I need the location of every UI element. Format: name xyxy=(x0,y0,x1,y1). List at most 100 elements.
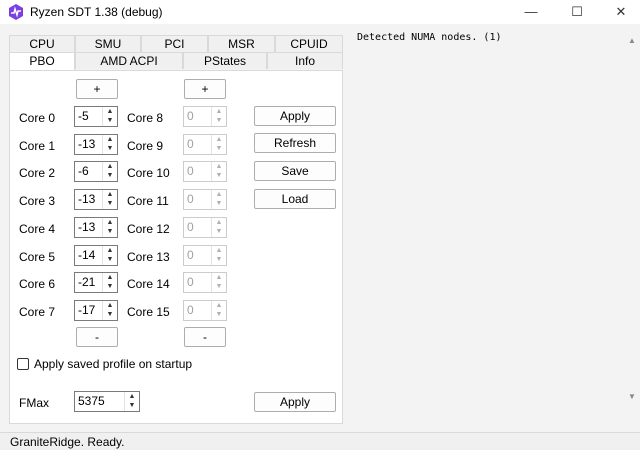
core-13-offset-value: 0 xyxy=(187,247,194,262)
decrement-right-button[interactable]: - xyxy=(184,327,226,347)
core-2-offset-value: -6 xyxy=(78,164,89,179)
core-3-offset-input[interactable]: -13 ▲ ▼ xyxy=(74,189,118,211)
core-0-label: Core 0 xyxy=(19,111,56,125)
core-13-spinner: ▲ ▼ xyxy=(211,245,226,265)
spin-down-icon: ▼ xyxy=(215,200,223,208)
core-2-spinner[interactable]: ▲ ▼ xyxy=(102,162,117,182)
log-scrollbar[interactable]: ▲ ▼ xyxy=(624,24,640,432)
core-7-label: Core 7 xyxy=(19,304,56,319)
spin-down-icon[interactable]: ▼ xyxy=(103,199,117,208)
spin-up-icon: ▲ xyxy=(215,135,223,143)
spin-up-icon[interactable]: ▲ xyxy=(103,273,117,282)
tab-msr[interactable]: MSR xyxy=(208,35,275,52)
tab-info[interactable]: Info xyxy=(267,52,343,69)
tab-amd-acpi[interactable]: AMD ACPI xyxy=(75,52,183,69)
core-13-label: Core 13 xyxy=(127,249,170,264)
spin-down-icon[interactable]: ▼ xyxy=(103,144,117,153)
save-button[interactable]: Save xyxy=(254,161,336,181)
core-0-offset-value: -5 xyxy=(78,109,89,123)
core-6-spinner[interactable]: ▲ ▼ xyxy=(102,273,117,293)
core-4-offset-input[interactable]: -13 ▲ ▼ xyxy=(74,216,118,238)
core-12-offset-value: 0 xyxy=(187,219,194,234)
core-11-label: Core 11 xyxy=(127,194,169,209)
increment-left-button[interactable]: + xyxy=(76,79,118,99)
spin-up-icon: ▲ xyxy=(215,246,223,254)
tab-pbo[interactable]: PBO xyxy=(9,52,75,71)
core-4-offset-value: -13 xyxy=(78,219,96,234)
spin-down-icon[interactable]: ▼ xyxy=(103,255,117,264)
fmax-apply-button[interactable]: Apply xyxy=(254,392,336,412)
core-2-label: Core 2 xyxy=(19,166,56,181)
core-3-spinner[interactable]: ▲ ▼ xyxy=(102,190,117,210)
core-6-offset-input[interactable]: -21 ▲ ▼ xyxy=(74,272,118,294)
spin-up-icon[interactable]: ▲ xyxy=(103,107,117,116)
spin-up-icon[interactable]: ▲ xyxy=(103,135,117,144)
spin-up-icon[interactable]: ▲ xyxy=(103,190,117,199)
core-14-offset-input: 0 ▲ ▼ xyxy=(183,272,227,294)
core-10-spinner: ▲ ▼ xyxy=(211,162,226,182)
core-15-offset-input: 0 ▲ ▼ xyxy=(183,299,227,321)
apply-on-startup-label: Apply saved profile on startup xyxy=(34,357,193,371)
spin-up-icon: ▲ xyxy=(215,274,223,282)
core-7-offset-value: -17 xyxy=(78,302,96,317)
core-0-spinner[interactable]: ▲ ▼ xyxy=(102,107,117,126)
spin-up-icon[interactable]: ▲ xyxy=(103,218,117,227)
core-5-offset-value: -14 xyxy=(78,247,96,262)
core-9-label: Core 9 xyxy=(127,138,164,153)
minimize-button[interactable]: — xyxy=(508,0,554,24)
core-10-label: Core 10 xyxy=(127,166,170,181)
maximize-button[interactable]: ☐ xyxy=(554,0,600,24)
increment-right-button[interactable]: + xyxy=(184,79,226,99)
spin-up-icon: ▲ xyxy=(215,191,223,199)
core-4-spinner[interactable]: ▲ ▼ xyxy=(102,217,117,237)
core-14-spinner: ▲ ▼ xyxy=(211,273,226,293)
core-11-spinner: ▲ ▼ xyxy=(211,190,226,210)
refresh-button[interactable]: Refresh xyxy=(254,133,336,153)
spin-down-icon[interactable]: ▼ xyxy=(103,171,117,180)
fmax-spinner[interactable]: ▲ ▼ xyxy=(124,392,139,411)
core-5-label: Core 5 xyxy=(19,249,56,264)
spin-down-icon[interactable]: ▼ xyxy=(103,282,117,291)
core-7-spinner[interactable]: ▲ ▼ xyxy=(102,300,117,320)
tab-pstates[interactable]: PStates xyxy=(183,52,267,69)
tab-cpu[interactable]: CPU xyxy=(9,35,75,52)
spin-down-icon: ▼ xyxy=(215,227,223,235)
spin-up-icon[interactable]: ▲ xyxy=(103,301,117,310)
tab-smu[interactable]: SMU xyxy=(75,35,141,52)
core-7-offset-input[interactable]: -17 ▲ ▼ xyxy=(74,299,118,321)
spin-down-icon[interactable]: ▼ xyxy=(103,227,117,236)
app-icon xyxy=(9,4,23,20)
core-9-offset-value: 0 xyxy=(187,136,194,151)
spin-down-icon[interactable]: ▼ xyxy=(103,310,117,319)
core-0-offset-input[interactable]: -5 ▲ ▼ xyxy=(74,106,118,127)
spin-up-icon[interactable]: ▲ xyxy=(125,392,139,401)
tab-cpuid[interactable]: CPUID xyxy=(275,35,343,52)
spin-down-icon[interactable]: ▼ xyxy=(103,116,117,125)
load-button[interactable]: Load xyxy=(254,189,336,209)
tab-pci[interactable]: PCI xyxy=(141,35,208,52)
scroll-up-icon[interactable]: ▲ xyxy=(628,36,636,45)
window-title: Ryzen SDT 1.38 (debug) xyxy=(30,5,163,19)
log-panel[interactable]: Detected NUMA nodes. (1) xyxy=(350,24,624,432)
core-13-offset-input: 0 ▲ ▼ xyxy=(183,244,227,266)
decrement-left-button[interactable]: - xyxy=(76,327,118,347)
core-2-offset-input[interactable]: -6 ▲ ▼ xyxy=(74,161,118,183)
core-11-offset-input: 0 ▲ ▼ xyxy=(183,189,227,211)
spin-down-icon[interactable]: ▼ xyxy=(125,401,139,410)
spin-up-icon: ▲ xyxy=(215,163,223,171)
spin-up-icon[interactable]: ▲ xyxy=(103,246,117,255)
close-button[interactable]: ✕ xyxy=(598,0,640,24)
fmax-input[interactable]: 5375 ▲ ▼ xyxy=(74,391,140,412)
spin-up-icon[interactable]: ▲ xyxy=(103,162,117,171)
core-15-spinner: ▲ ▼ xyxy=(211,300,226,320)
core-12-label: Core 12 xyxy=(127,221,170,236)
core-10-offset-value: 0 xyxy=(187,164,194,179)
log-text: Detected NUMA nodes. (1) xyxy=(357,32,502,43)
core-1-spinner[interactable]: ▲ ▼ xyxy=(102,134,117,154)
core-1-offset-input[interactable]: -13 ▲ ▼ xyxy=(74,133,118,155)
apply-button[interactable]: Apply xyxy=(254,106,336,126)
apply-on-startup-checkbox[interactable] xyxy=(17,358,29,370)
core-5-spinner[interactable]: ▲ ▼ xyxy=(102,245,117,265)
core-5-offset-input[interactable]: -14 ▲ ▼ xyxy=(74,244,118,266)
scroll-down-icon[interactable]: ▼ xyxy=(628,392,636,401)
